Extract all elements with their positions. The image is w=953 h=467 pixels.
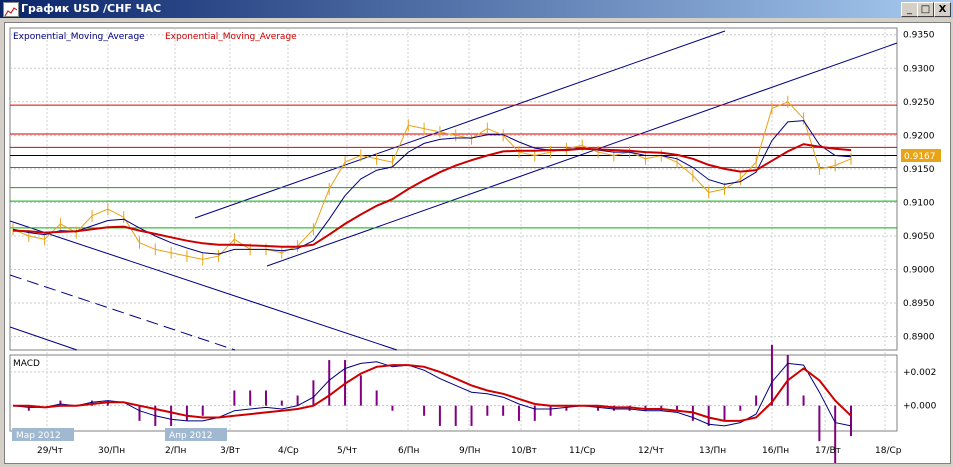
window-title: График USD /CHF ЧАС — [21, 2, 162, 15]
chart-area[interactable]: 0.9350 0.9300 0.9250 0.9200 0.9150 0.9100 0.90… — [4, 22, 951, 467]
current-price-text: 0.9167 — [904, 152, 936, 162]
price-tick-label: 0.9000 — [903, 266, 935, 276]
chart-app-icon — [3, 2, 19, 17]
legend-ema-slow: Exponential_Moving_Average — [165, 32, 297, 42]
price-tick-label: 0.9150 — [903, 165, 935, 175]
time-tick-label: 18/Ср — [875, 446, 902, 456]
time-tick-label: 10/Вт — [511, 446, 537, 456]
minimize-button[interactable]: _ — [901, 2, 918, 17]
time-tick-label: 2/Пн — [165, 446, 187, 456]
time-tick-label: 4/Ср — [278, 446, 299, 456]
price-tick-label: 0.8950 — [903, 299, 935, 309]
time-tick-label: 11/Ср — [569, 446, 596, 456]
legend-ema-fast: Exponential_Moving_Average — [13, 32, 145, 42]
month-label-mar: Мар 2012 — [16, 431, 61, 441]
time-tick-label: 12/Чт — [638, 446, 664, 456]
macd-tick-label: +0.002 — [903, 368, 936, 378]
time-tick-label: 30/Пн — [98, 446, 125, 456]
time-tick-label: 3/Вт — [220, 446, 240, 456]
price-chart-svg[interactable]: 0.9350 0.9300 0.9250 0.9200 0.9150 0.9100 0.90… — [5, 23, 950, 467]
price-tick-label: 0.9350 — [903, 31, 935, 41]
price-tick-label: 0.9250 — [903, 98, 935, 108]
time-tick-label: 6/Пн — [398, 446, 420, 456]
time-tick-label: 9/Пн — [459, 446, 481, 456]
maximize-button[interactable]: □ — [917, 2, 934, 17]
price-tick-label: 0.9200 — [903, 131, 935, 141]
price-tick-label: 0.9050 — [903, 232, 935, 242]
macd-tick-label: +0.000 — [903, 402, 937, 412]
close-button[interactable]: X — [934, 2, 951, 17]
chart-window: График USD /CHF ЧАС _ □ X 0.9350 0.9300 0.… — [0, 0, 953, 467]
macd-label: MACD — [13, 359, 40, 369]
time-tick-label: 29/Чт — [37, 446, 63, 456]
price-tick-label: 0.9300 — [903, 64, 935, 74]
time-tick-label: 13/Пн — [699, 446, 726, 456]
month-label-apr: Апр 2012 — [169, 431, 213, 441]
title-bar[interactable]: График USD /CHF ЧАС _ □ X — [0, 0, 953, 18]
time-tick-label: 5/Чт — [337, 446, 357, 456]
time-tick-label: 16/Пн — [762, 446, 789, 456]
price-pane[interactable] — [9, 27, 898, 351]
macd-pane[interactable] — [9, 354, 898, 432]
price-tick-label: 0.9100 — [903, 198, 935, 208]
price-tick-label: 0.8900 — [903, 333, 935, 343]
time-tick-label: 17/Вт — [815, 446, 841, 456]
